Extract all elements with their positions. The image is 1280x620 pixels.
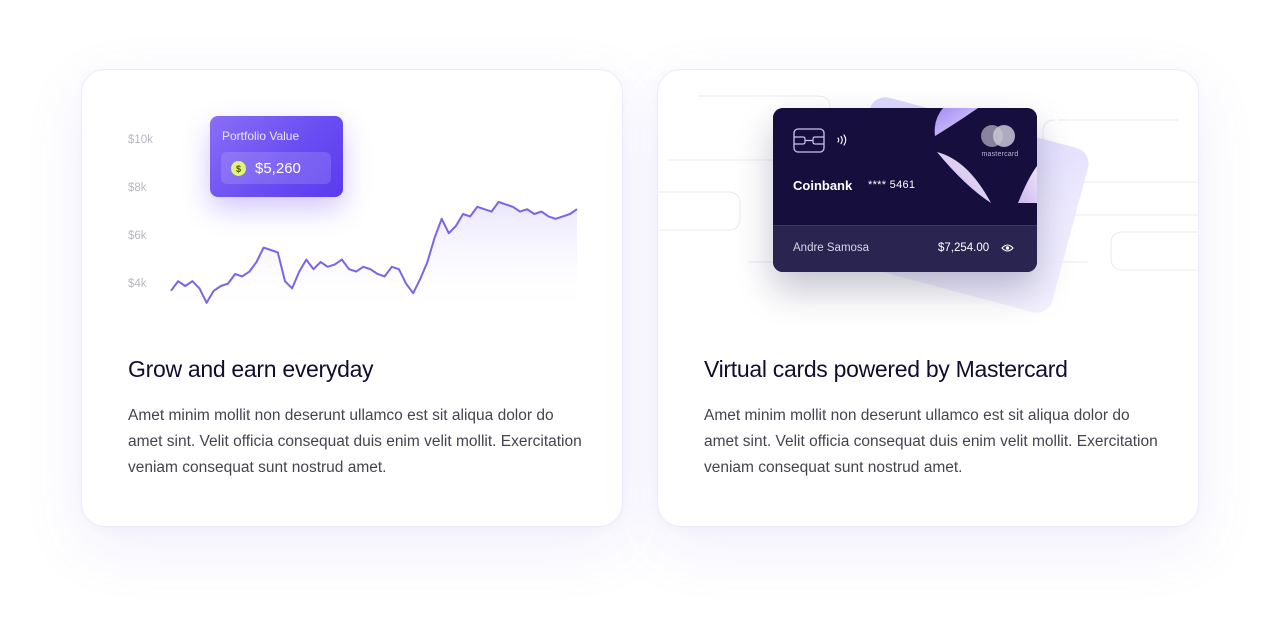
- eye-icon[interactable]: [1001, 243, 1014, 253]
- mastercard-logo-icon: [981, 125, 1015, 147]
- card-description: Amet minim mollit non deserunt ullamco e…: [704, 407, 1158, 476]
- virtual-card: mastercard Coinbank **** 5461 Andre Samo…: [773, 108, 1037, 272]
- card-title: Virtual cards powered by Mastercard: [704, 356, 1068, 382]
- card-number: **** 5461: [868, 179, 916, 191]
- card-holder-name: Andre Samosa: [793, 242, 870, 254]
- card-balance: $7,254.00: [938, 242, 990, 254]
- feature-card-virtual-cards: mastercard Coinbank **** 5461 Andre Samo…: [657, 69, 1199, 527]
- portfolio-chart: [170, 201, 578, 315]
- card-description: Amet minim mollit non deserunt ullamco e…: [128, 407, 582, 476]
- chart-area-fill: [171, 202, 577, 315]
- y-tick-label: $4k: [128, 278, 147, 290]
- card-bank-name: Coinbank: [793, 178, 853, 193]
- portfolio-label: Portfolio Value: [222, 129, 300, 143]
- portfolio-value-pill: $ $5,260: [221, 152, 331, 184]
- y-tick-label: $10k: [128, 134, 153, 146]
- y-tick-label: $8k: [128, 182, 147, 194]
- card-brand-text: mastercard: [981, 151, 1019, 158]
- chip-icon: [793, 128, 825, 153]
- contactless-icon: [837, 134, 847, 146]
- portfolio-value-widget: Portfolio Value $ $5,260: [210, 116, 343, 197]
- card-title: Grow and earn everyday: [128, 356, 374, 382]
- coin-icon: $: [231, 161, 246, 176]
- y-tick-label: $6k: [128, 230, 147, 242]
- portfolio-value: $5,260: [255, 160, 301, 177]
- feature-card-grow: $10k $8k $6k $4k Portfolio Value $ $5,26…: [81, 69, 623, 527]
